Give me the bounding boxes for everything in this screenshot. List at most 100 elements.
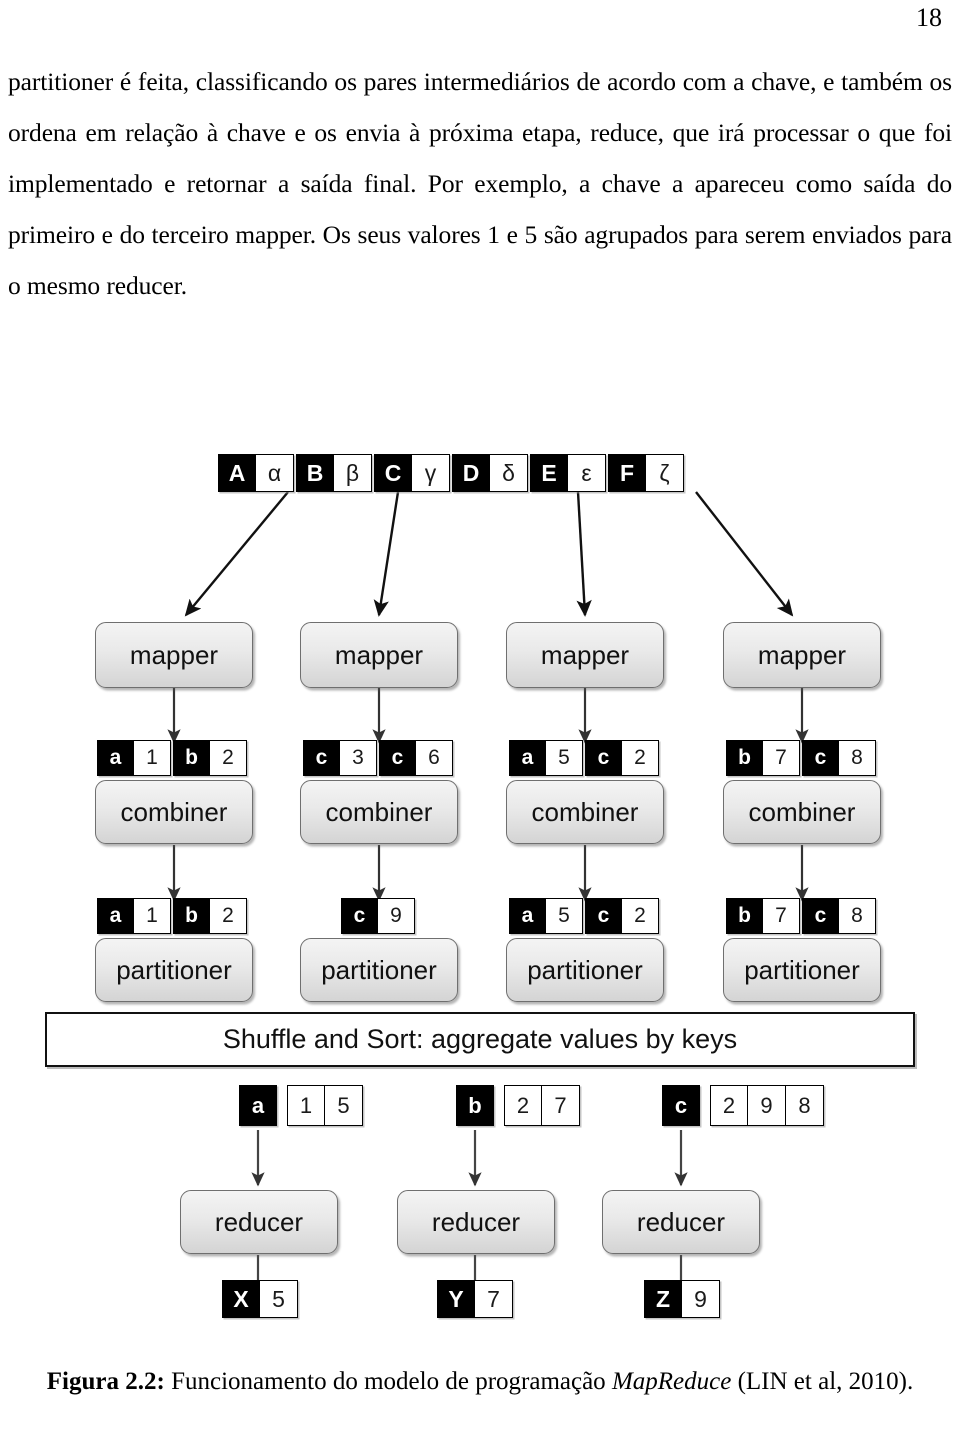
kv-value: 5 [546, 740, 583, 776]
input-pair: E ε [530, 454, 606, 492]
kv-value: 7 [763, 740, 800, 776]
aggregated-value: 2 [504, 1085, 542, 1126]
combiner-output-group: a 5 c 2 [509, 898, 659, 934]
kv-value: 5 [260, 1280, 298, 1318]
input-pair-value: α [256, 454, 294, 492]
kv-key: c [802, 898, 839, 934]
combiner-box[interactable]: combiner [723, 780, 881, 844]
kv-pair: c 2 [585, 898, 659, 934]
kv-pair: a 1 [97, 740, 171, 776]
aggregated-value: 1 [287, 1085, 325, 1126]
combiner-box[interactable]: combiner [95, 780, 253, 844]
kv-pair: c 9 [341, 898, 415, 934]
aggregated-value: 5 [325, 1085, 363, 1126]
aggregated-group: a 1 5 [239, 1085, 363, 1126]
input-pair-value: β [334, 454, 372, 492]
input-pair-key: A [218, 454, 256, 492]
mapper-output-group: a 5 c 2 [509, 740, 659, 776]
figure-caption: Figura 2.2: Funcionamento do modelo de p… [20, 1358, 940, 1406]
input-pair-value: δ [490, 454, 528, 492]
partitioner-box[interactable]: partitioner [723, 938, 881, 1002]
combiner-box[interactable]: combiner [300, 780, 458, 844]
figure-caption-text-part2: (LIN et al, [737, 1368, 843, 1395]
input-pair-key: B [296, 454, 334, 492]
aggregated-value: 7 [542, 1085, 580, 1126]
kv-key: c [585, 898, 622, 934]
kv-key: c [379, 740, 416, 776]
input-pair-key: D [452, 454, 490, 492]
reducer-box[interactable]: reducer [602, 1190, 760, 1254]
kv-pair: b 2 [173, 898, 247, 934]
reducer-box[interactable]: reducer [397, 1190, 555, 1254]
mapper-output-group: a 1 b 2 [97, 740, 247, 776]
final-output-group: X 5 [222, 1280, 298, 1318]
aggregated-group: b 2 7 [456, 1085, 580, 1126]
input-pair-value: ζ [646, 454, 684, 492]
page-number: 18 [916, 3, 942, 32]
kv-pair: a 5 [509, 740, 583, 776]
shuffle-and-sort-label: Shuffle and Sort: aggregate values by ke… [222, 1024, 738, 1054]
figure-caption-italic-term: MapReduce [611, 1368, 732, 1395]
body-paragraph: partitioner é feita, classificando os pa… [8, 67, 952, 300]
kv-value: 2 [210, 740, 247, 776]
kv-pair: c 2 [585, 740, 659, 776]
kv-value: 1 [134, 740, 171, 776]
partitioner-box[interactable]: partitioner [506, 938, 664, 1002]
reducer-box[interactable]: reducer [180, 1190, 338, 1254]
kv-pair: Z 9 [644, 1280, 720, 1318]
kv-value: 5 [546, 898, 583, 934]
final-output-group: Y 7 [437, 1280, 513, 1318]
kv-key: c [802, 740, 839, 776]
kv-value: 8 [839, 740, 876, 776]
aggregated-key: a [239, 1085, 277, 1126]
input-pair-value: γ [412, 454, 450, 492]
kv-pair: X 5 [222, 1280, 298, 1318]
aggregated-values: 2 9 8 [710, 1085, 824, 1126]
figure-caption-text-part1: Funcionamento do modelo de programação [171, 1368, 606, 1395]
partitioner-box[interactable]: partitioner [300, 938, 458, 1002]
kv-key: Z [644, 1280, 682, 1318]
kv-key: b [173, 740, 210, 776]
kv-value: 9 [378, 898, 415, 934]
shuffle-and-sort-bar: Shuffle and Sort: aggregate values by ke… [45, 1012, 915, 1067]
input-pair-value: ε [568, 454, 606, 492]
mapper-box[interactable]: mapper [300, 622, 458, 688]
aggregated-value: 9 [748, 1085, 786, 1126]
mapper-box[interactable]: mapper [95, 622, 253, 688]
kv-pair: b 2 [173, 740, 247, 776]
kv-key: b [726, 740, 763, 776]
partitioner-box[interactable]: partitioner [95, 938, 253, 1002]
kv-pair: b 7 [726, 898, 800, 934]
aggregated-values: 1 5 [287, 1085, 363, 1126]
kv-key: b [726, 898, 763, 934]
kv-value: 1 [134, 898, 171, 934]
input-pair: B β [296, 454, 372, 492]
kv-pair: c 3 [303, 740, 377, 776]
kv-key: a [97, 898, 134, 934]
kv-key: c [303, 740, 340, 776]
final-output-group: Z 9 [644, 1280, 720, 1318]
kv-pair: c 6 [379, 740, 453, 776]
combiner-output-group: c 9 [341, 898, 415, 934]
kv-value: 7 [475, 1280, 513, 1318]
combiner-output-group: a 1 b 2 [97, 898, 247, 934]
kv-key: a [97, 740, 134, 776]
kv-pair: b 7 [726, 740, 800, 776]
combiner-output-group: b 7 c 8 [726, 898, 876, 934]
figure-caption-text-part3: 2010). [848, 1368, 914, 1395]
kv-value: 7 [763, 898, 800, 934]
figure-caption-label: Figura 2.2: [46, 1368, 165, 1395]
input-pair: F ζ [608, 454, 684, 492]
input-pair: C γ [374, 454, 450, 492]
mapper-box[interactable]: mapper [506, 622, 664, 688]
kv-key: a [509, 740, 546, 776]
kv-key: c [585, 740, 622, 776]
mapper-box[interactable]: mapper [723, 622, 881, 688]
kv-value: 2 [622, 898, 659, 934]
mapper-output-group: c 3 c 6 [303, 740, 453, 776]
kv-value: 3 [340, 740, 377, 776]
kv-value: 2 [210, 898, 247, 934]
combiner-box[interactable]: combiner [506, 780, 664, 844]
kv-value: 6 [416, 740, 453, 776]
kv-value: 9 [682, 1280, 720, 1318]
